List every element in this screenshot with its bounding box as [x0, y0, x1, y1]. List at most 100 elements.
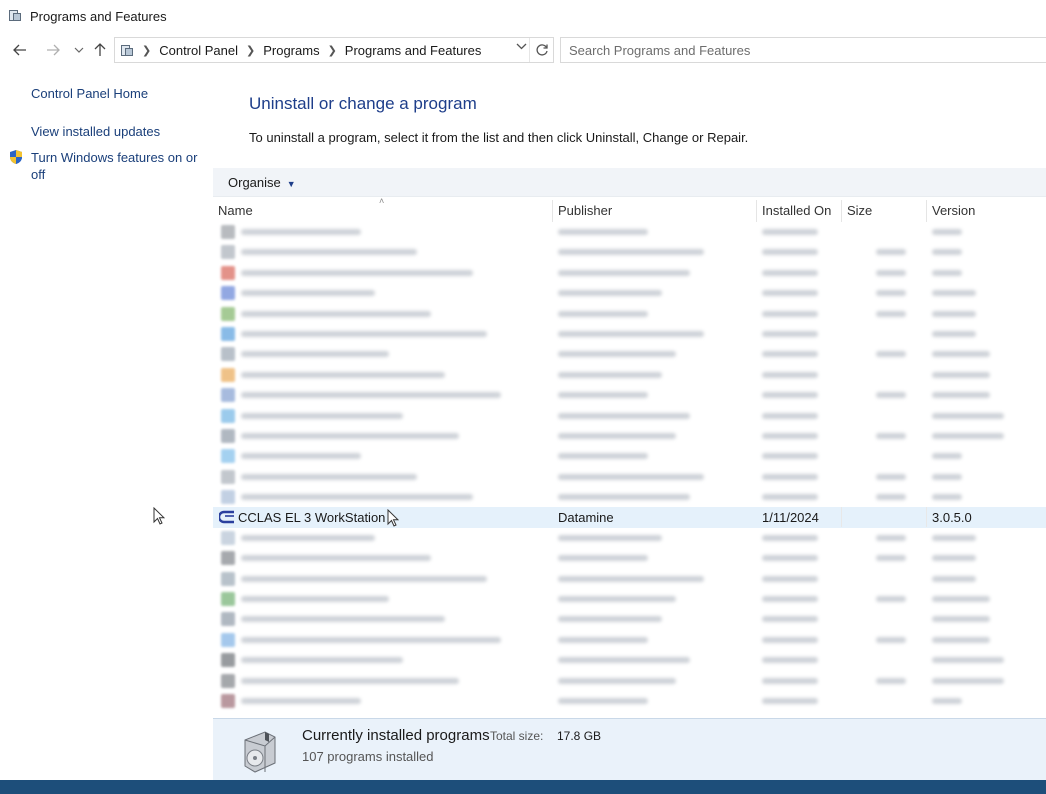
- control-panel-home-link[interactable]: Control Panel Home: [31, 85, 148, 102]
- program-icon: [221, 592, 235, 607]
- blurred-cell: [932, 371, 990, 378]
- blurred-cell: [932, 616, 990, 623]
- blurred-cell: [762, 575, 818, 582]
- blurred-cell: [932, 657, 1004, 664]
- cclas-app-icon: [219, 511, 234, 524]
- program-row[interactable]: [213, 426, 1046, 446]
- column-divider[interactable]: [841, 200, 842, 222]
- column-divider[interactable]: [926, 200, 927, 222]
- blurred-cell: [762, 555, 818, 562]
- breadcrumb-control-panel[interactable]: Control Panel: [159, 43, 238, 58]
- blurred-cell: [762, 269, 818, 276]
- blurred-cell: [558, 453, 648, 460]
- program-row[interactable]: [213, 487, 1046, 507]
- program-row[interactable]: [213, 630, 1046, 650]
- column-header-publisher[interactable]: Publisher: [558, 203, 612, 218]
- blurred-cell: [558, 330, 704, 337]
- blurred-cell: [876, 555, 906, 562]
- forward-arrow-icon[interactable]: [42, 38, 64, 62]
- blurred-cell: [558, 290, 662, 297]
- program-icon: [221, 632, 235, 647]
- column-header-name[interactable]: Name: [218, 203, 253, 218]
- column-divider[interactable]: [756, 200, 757, 222]
- breadcrumb-separator-icon[interactable]: ❯: [142, 44, 151, 57]
- blurred-cell: [932, 249, 962, 256]
- search-input[interactable]: Search Programs and Features: [560, 37, 1046, 63]
- up-arrow-icon[interactable]: [89, 38, 111, 62]
- total-size-value: 17.8 GB: [557, 729, 602, 743]
- command-bar: Organise ▼: [213, 168, 1046, 197]
- blurred-cell: [558, 473, 704, 480]
- program-row[interactable]: [213, 467, 1046, 487]
- blurred-cell: [762, 371, 818, 378]
- breadcrumb-programs[interactable]: Programs: [263, 43, 319, 58]
- program-row[interactable]: [213, 671, 1046, 691]
- program-row[interactable]: [213, 222, 1046, 242]
- program-version: 3.0.5.0: [932, 510, 972, 526]
- blurred-cell: [558, 494, 690, 501]
- blurred-cell: [932, 330, 976, 337]
- column-header-version[interactable]: Version: [932, 203, 975, 218]
- blurred-cell: [241, 677, 459, 684]
- blurred-cell: [932, 453, 962, 460]
- mouse-cursor-icon: [153, 507, 165, 525]
- address-dropdown-chevron-icon[interactable]: [516, 42, 527, 53]
- blurred-cell: [932, 392, 990, 399]
- blurred-cell: [762, 330, 818, 337]
- program-icon: [221, 449, 235, 464]
- program-icon: [221, 490, 235, 505]
- program-row[interactable]: [213, 304, 1046, 324]
- blurred-cell: [876, 351, 906, 358]
- blurred-cell: [558, 412, 690, 419]
- program-row[interactable]: [213, 365, 1046, 385]
- program-row[interactable]: [213, 569, 1046, 589]
- turn-windows-features-link[interactable]: Turn Windows features on or off: [31, 149, 197, 183]
- main-content: Uninstall or change a program To uninsta…: [212, 70, 1046, 780]
- program-row[interactable]: [213, 446, 1046, 466]
- program-row[interactable]: [213, 324, 1046, 344]
- organise-menu-button[interactable]: Organise ▼: [228, 175, 296, 190]
- program-row[interactable]: [213, 406, 1046, 426]
- program-row[interactable]: [213, 609, 1046, 629]
- blurred-cell: [558, 229, 648, 235]
- blurred-cell: [241, 371, 445, 378]
- breadcrumb-programs-and-features[interactable]: Programs and Features: [345, 43, 482, 58]
- address-bar[interactable]: ❯ Control Panel ❯ Programs ❯ Programs an…: [114, 37, 554, 63]
- program-row[interactable]: [213, 691, 1046, 711]
- blurred-cell: [932, 269, 962, 276]
- back-arrow-icon[interactable]: [9, 38, 31, 62]
- view-installed-updates-link[interactable]: View installed updates: [31, 123, 160, 140]
- blurred-cell: [876, 249, 906, 256]
- breadcrumb-separator-icon[interactable]: ❯: [246, 44, 255, 57]
- left-task-pane: Control Panel Home View installed update…: [0, 70, 212, 780]
- title-bar: Programs and Features: [0, 0, 1046, 32]
- program-row[interactable]: [213, 385, 1046, 405]
- window-title: Programs and Features: [30, 8, 167, 24]
- recent-locations-chevron-icon[interactable]: [68, 38, 90, 62]
- blurred-cell: [762, 453, 818, 460]
- details-title: Currently installed programs: [302, 727, 490, 744]
- column-divider[interactable]: [552, 200, 553, 222]
- program-row[interactable]: [213, 528, 1046, 548]
- column-header-installed-on[interactable]: Installed On: [762, 203, 831, 218]
- blurred-cell: [762, 310, 818, 317]
- breadcrumb-separator-icon[interactable]: ❯: [328, 44, 337, 57]
- program-row-selected[interactable]: CCLAS EL 3 WorkStation Datamine 1/11/202…: [213, 507, 1046, 528]
- program-row[interactable]: [213, 548, 1046, 568]
- blurred-cell: [241, 657, 403, 664]
- blurred-cell: [762, 616, 818, 623]
- refresh-icon[interactable]: [529, 38, 553, 62]
- program-icon: [221, 286, 235, 301]
- program-icon: [221, 225, 235, 239]
- program-row[interactable]: [213, 344, 1046, 364]
- program-row[interactable]: [213, 589, 1046, 609]
- blurred-cell: [932, 473, 962, 480]
- blurred-cell: [762, 657, 818, 664]
- program-row[interactable]: [213, 263, 1046, 283]
- program-row[interactable]: [213, 283, 1046, 303]
- program-row[interactable]: [213, 242, 1046, 262]
- column-header-size[interactable]: Size: [847, 203, 872, 218]
- taskbar: [0, 780, 1046, 794]
- program-row[interactable]: [213, 650, 1046, 670]
- blurred-cell: [762, 351, 818, 358]
